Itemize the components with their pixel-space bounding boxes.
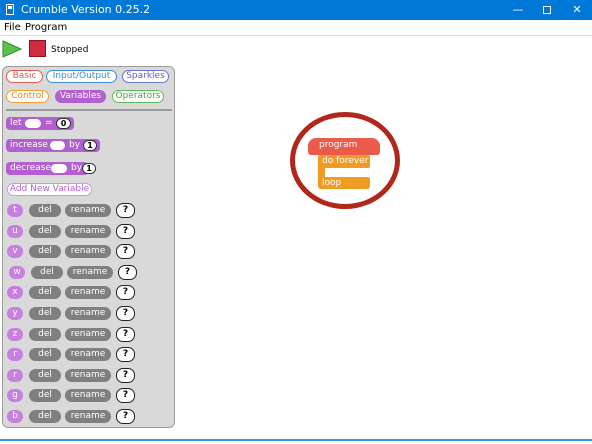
maximize-button[interactable] <box>532 0 562 20</box>
loop-block-end[interactable]: loop <box>318 177 370 189</box>
delete-variable-button[interactable]: del <box>29 245 61 259</box>
category-control[interactable]: Control <box>6 90 49 103</box>
variable-row: y del rename? <box>7 306 172 321</box>
variable-help-button[interactable]: ? <box>116 203 135 218</box>
variable-pill[interactable]: r <box>7 368 23 382</box>
increase-value[interactable]: 1 <box>83 140 97 151</box>
variable-pill[interactable]: r <box>7 348 23 362</box>
rename-variable-button[interactable]: rename <box>65 348 111 362</box>
variable-row: z del rename? <box>7 326 172 342</box>
variable-pill[interactable]: t <box>7 204 23 217</box>
menu-bar: File Program <box>0 20 592 35</box>
variable-help-button[interactable]: ? <box>116 285 135 301</box>
variable-row: x del rename? <box>7 285 172 301</box>
run-status: Stopped <box>51 45 89 55</box>
palette-divider <box>6 109 172 111</box>
close-button[interactable]: ✕ <box>562 0 592 20</box>
delete-variable-button[interactable]: del <box>29 307 61 320</box>
play-button[interactable] <box>2 40 22 58</box>
delete-variable-button[interactable]: del <box>31 265 63 279</box>
variable-row: b del rename? <box>7 409 172 424</box>
menu-file[interactable]: File <box>4 22 21 34</box>
play-icon <box>2 40 22 58</box>
delete-variable-button[interactable]: del <box>29 286 61 300</box>
category-operators[interactable]: Operators <box>112 90 164 103</box>
by-label: by <box>69 140 81 150</box>
category-basic[interactable]: Basic <box>6 70 43 83</box>
variable-row: w del rename? <box>7 264 172 280</box>
let-value[interactable]: 0 <box>56 118 71 129</box>
increase-block[interactable]: increase by 1 <box>6 139 100 152</box>
variable-row: v del rename? <box>7 244 172 260</box>
menu-program[interactable]: Program <box>25 22 67 34</box>
rename-variable-button[interactable]: rename <box>67 265 113 279</box>
app-icon <box>6 4 14 15</box>
variable-help-button[interactable]: ? <box>116 244 135 260</box>
variable-pill[interactable]: g <box>7 389 23 403</box>
variable-row: g del rename? <box>7 388 172 404</box>
rename-variable-button[interactable]: rename <box>65 410 111 423</box>
stop-button[interactable] <box>29 40 46 57</box>
decrease-label: decrease <box>10 163 51 173</box>
menu-divider <box>0 35 592 36</box>
delete-variable-button[interactable]: del <box>29 327 61 341</box>
add-new-variable-button[interactable]: Add New Variable <box>7 183 92 196</box>
variable-slot[interactable] <box>51 164 67 173</box>
rename-variable-button[interactable]: rename <box>65 245 111 259</box>
variable-row: r del rename? <box>7 347 172 363</box>
by-label: by <box>71 163 83 173</box>
variable-pill[interactable]: z <box>7 327 23 341</box>
variable-slot[interactable] <box>25 119 41 128</box>
variable-help-button[interactable]: ? <box>116 409 135 424</box>
minimize-button[interactable]: — <box>503 0 533 20</box>
delete-variable-button[interactable]: del <box>29 389 61 403</box>
rename-variable-button[interactable]: rename <box>65 389 111 403</box>
rename-variable-button[interactable]: rename <box>65 224 111 238</box>
variable-row: r del rename? <box>7 367 172 383</box>
variable-pill[interactable]: v <box>7 245 23 259</box>
rename-variable-button[interactable]: rename <box>65 368 111 382</box>
variable-help-button[interactable]: ? <box>116 326 135 342</box>
rename-variable-button[interactable]: rename <box>65 327 111 341</box>
category-input-output[interactable]: Input/Output <box>46 70 117 83</box>
variable-help-button[interactable]: ? <box>116 306 135 321</box>
rename-variable-button[interactable]: rename <box>65 307 111 320</box>
variable-pill[interactable]: y <box>7 307 23 320</box>
rename-variable-button[interactable]: rename <box>65 204 111 217</box>
variable-row: t del rename? <box>7 203 172 218</box>
decrease-value[interactable]: 1 <box>82 163 96 174</box>
delete-variable-button[interactable]: del <box>29 204 61 217</box>
window-bottom-border <box>0 439 592 441</box>
variable-pill[interactable]: x <box>7 286 23 300</box>
decrease-block[interactable]: decrease by 1 <box>6 162 96 175</box>
variable-pill[interactable]: u <box>7 224 23 238</box>
maximize-icon <box>543 6 551 14</box>
title-bar: Crumble Version 0.25.2 — ✕ <box>0 0 592 20</box>
do-forever-block[interactable]: do forever <box>318 155 370 168</box>
variable-help-button[interactable]: ? <box>116 347 135 363</box>
program-start-block[interactable]: program start <box>308 138 380 165</box>
rename-variable-button[interactable]: rename <box>65 286 111 300</box>
increase-label: increase <box>10 140 48 150</box>
window-title: Crumble Version 0.25.2 <box>21 3 151 16</box>
let-block[interactable]: let = 0 <box>6 117 74 130</box>
variable-help-button[interactable]: ? <box>118 264 137 280</box>
variable-slot[interactable] <box>50 141 65 150</box>
variable-help-button[interactable]: ? <box>116 367 135 383</box>
delete-variable-button[interactable]: del <box>29 348 61 362</box>
block-palette: Basic Input/Output Sparkles Control Vari… <box>2 66 175 428</box>
variable-row: u del rename? <box>7 223 172 239</box>
variable-pill[interactable]: b <box>7 410 23 423</box>
variable-help-button[interactable]: ? <box>116 388 135 404</box>
delete-variable-button[interactable]: del <box>29 224 61 238</box>
let-label: let <box>10 118 22 128</box>
delete-variable-button[interactable]: del <box>29 410 61 423</box>
variable-pill[interactable]: w <box>9 265 25 279</box>
category-sparkles[interactable]: Sparkles <box>122 70 169 83</box>
equals-label: = <box>45 118 53 128</box>
category-variables[interactable]: Variables <box>55 90 106 103</box>
variable-help-button[interactable]: ? <box>116 223 135 239</box>
delete-variable-button[interactable]: del <box>29 368 61 382</box>
